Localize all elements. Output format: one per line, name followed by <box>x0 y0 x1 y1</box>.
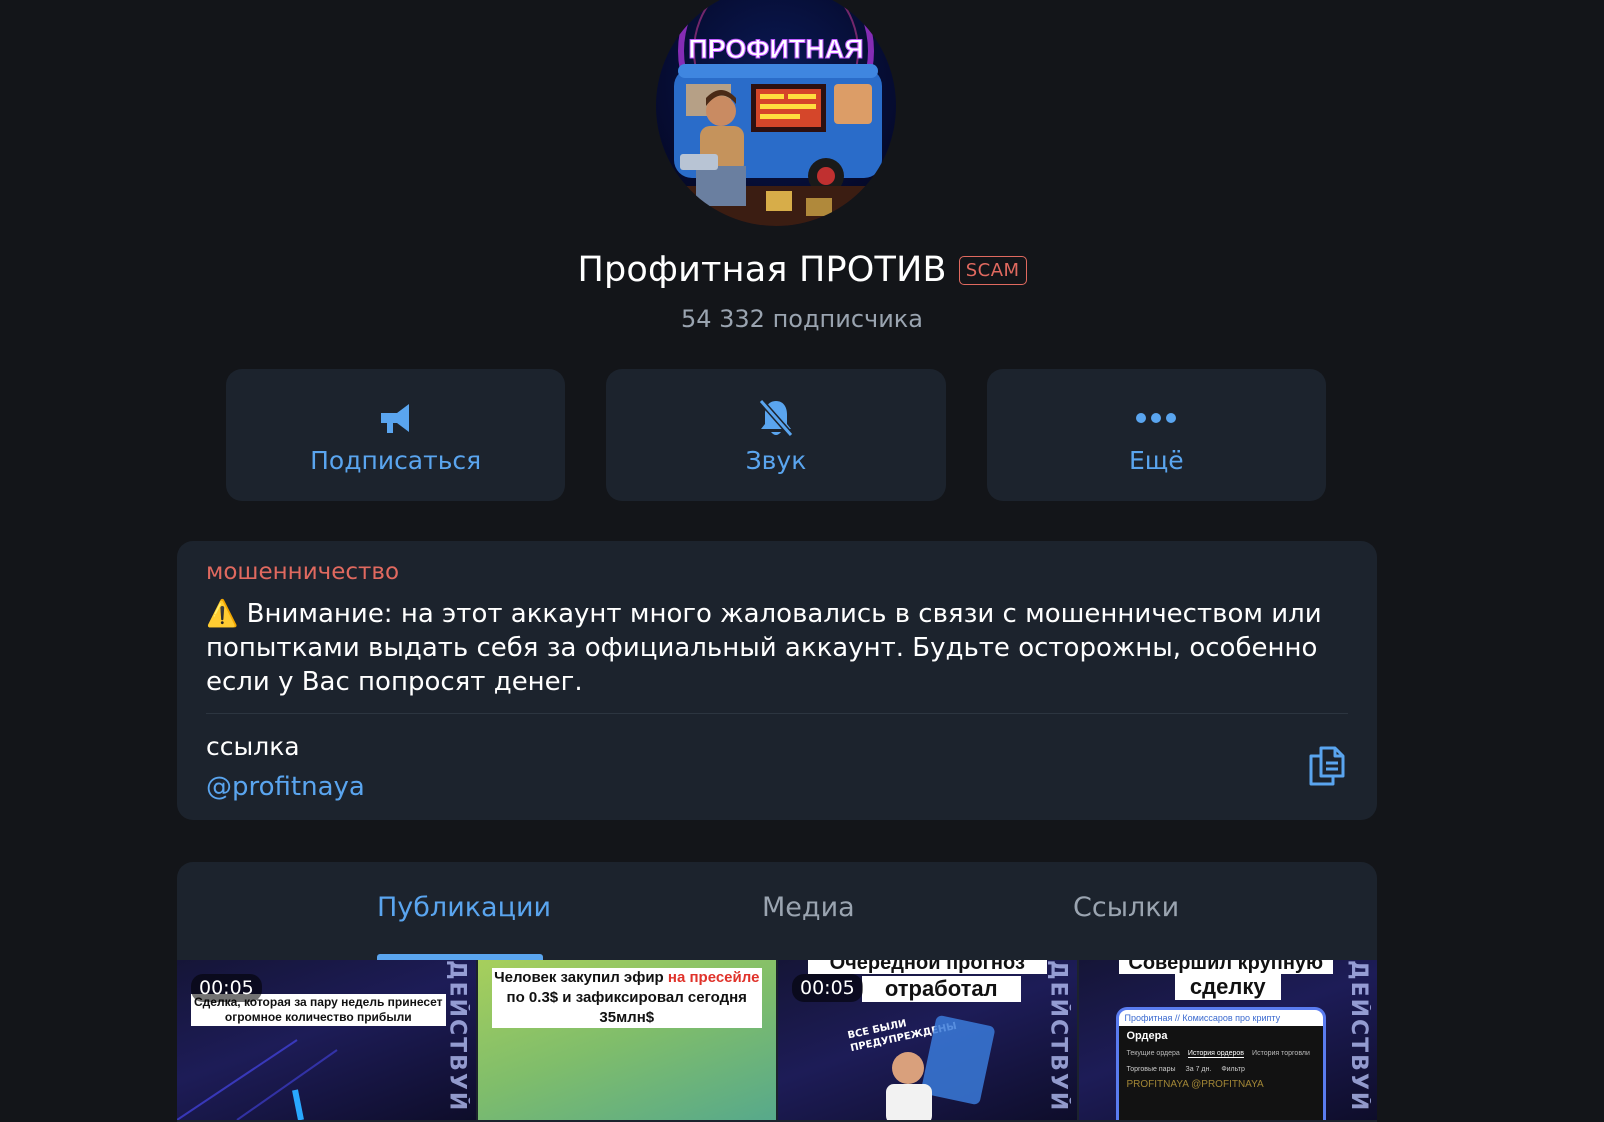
caption-text: по 0.3$ и зафиксировал сегодня 35млн$ <box>506 989 747 1026</box>
copy-icon[interactable] <box>1307 744 1347 788</box>
more-button[interactable]: Ещё <box>986 369 1326 501</box>
media-caption-top: Совершил крупную <box>1118 960 1333 974</box>
tab-publications[interactable]: Публикации <box>377 892 551 923</box>
channel-avatar[interactable]: ПРОФИТНАЯ <box>656 0 896 226</box>
screen-heading: Ордера <box>1126 1030 1168 1042</box>
screen-filter: За 7 дн. <box>1185 1066 1212 1073</box>
shared-content-card: Публикации Медиа Ссылки Сделка, которая … <box>177 862 1377 1122</box>
media-side-text: ДЕЙСТВУЙ <box>444 960 470 1113</box>
subscriber-count: 54 332 подписчика <box>680 305 924 333</box>
channel-title-row: Профитная ПРОТИВ SCAM <box>0 250 1604 290</box>
avatar-text: ПРОФИТНАЯ <box>688 34 863 64</box>
screen-tab: История ордеров <box>1187 1050 1245 1058</box>
subscribe-label: Подписаться <box>310 445 482 475</box>
warning-label: мошенничество <box>206 559 400 585</box>
caption-text: Человек закупил эфир <box>494 969 668 986</box>
media-graphic <box>886 1015 995 1120</box>
tab-media[interactable]: Медиа <box>762 892 855 923</box>
warning-text: ⚠️ Внимание: на этот аккаунт много жалов… <box>206 599 1322 697</box>
megaphone-icon <box>377 396 415 440</box>
media-screenshot: Профитная // Комиссаров про крипту Ордер… <box>1118 1010 1323 1120</box>
media-item[interactable]: Человек закупил эфир на пресейле по 0.3$… <box>477 960 776 1120</box>
info-divider <box>206 713 1348 714</box>
media-graphic <box>177 1039 338 1120</box>
media-side-text: ДЕЙСТВУЙ <box>1045 960 1071 1113</box>
media-side-text: ДЕЙСТВУЙ <box>1346 960 1371 1113</box>
more-label: Ещё <box>1128 445 1184 475</box>
screen-filter: Фильтр <box>1221 1066 1245 1073</box>
bell-muted-icon <box>757 396 795 440</box>
avatar-illustration: ПРОФИТНАЯ <box>656 0 896 226</box>
more-icon <box>1134 396 1178 440</box>
subscribe-button[interactable]: Подписаться <box>226 369 566 501</box>
link-label: ссылка <box>206 732 300 761</box>
channel-name: Профитная ПРОТИВ <box>577 250 947 290</box>
action-buttons: Подписаться Звук Ещё <box>226 369 1326 501</box>
sound-button[interactable]: Звук <box>606 369 946 501</box>
media-grid: Сделка, которая за пару недель принесет … <box>177 960 1377 1120</box>
caption-highlight: пресейле <box>689 969 760 986</box>
screen-tab: История торговли <box>1252 1050 1310 1057</box>
media-item[interactable]: Совершил крупную сделку Профитная // Ком… <box>1078 960 1377 1120</box>
screen-watermark: PROFITNAYA @PROFITNAYA <box>1126 1079 1264 1090</box>
sound-label: Звук <box>745 445 807 475</box>
media-caption: сделку <box>1174 974 1281 1000</box>
scam-badge: SCAM <box>958 255 1027 285</box>
media-item[interactable]: Сделка, которая за пару недель принесет … <box>177 960 476 1120</box>
media-caption: Человек закупил эфир на пресейле по 0.3$… <box>491 968 762 1028</box>
screen-tab: Текущие ордера <box>1126 1050 1180 1057</box>
screen-title: Профитная // Комиссаров про крипту <box>1124 1013 1281 1023</box>
info-card: мошенничество ⚠️ Внимание: на этот аккау… <box>177 541 1377 820</box>
channel-username-link[interactable]: @profitnaya <box>206 772 365 802</box>
screen-filter: Торговые пары <box>1126 1066 1176 1073</box>
caption-highlight: на <box>667 969 686 986</box>
tab-links[interactable]: Ссылки <box>1073 892 1179 923</box>
media-item[interactable]: Очередной прогноз отработал 00:05 ВСЕ БЫ… <box>778 960 1077 1120</box>
